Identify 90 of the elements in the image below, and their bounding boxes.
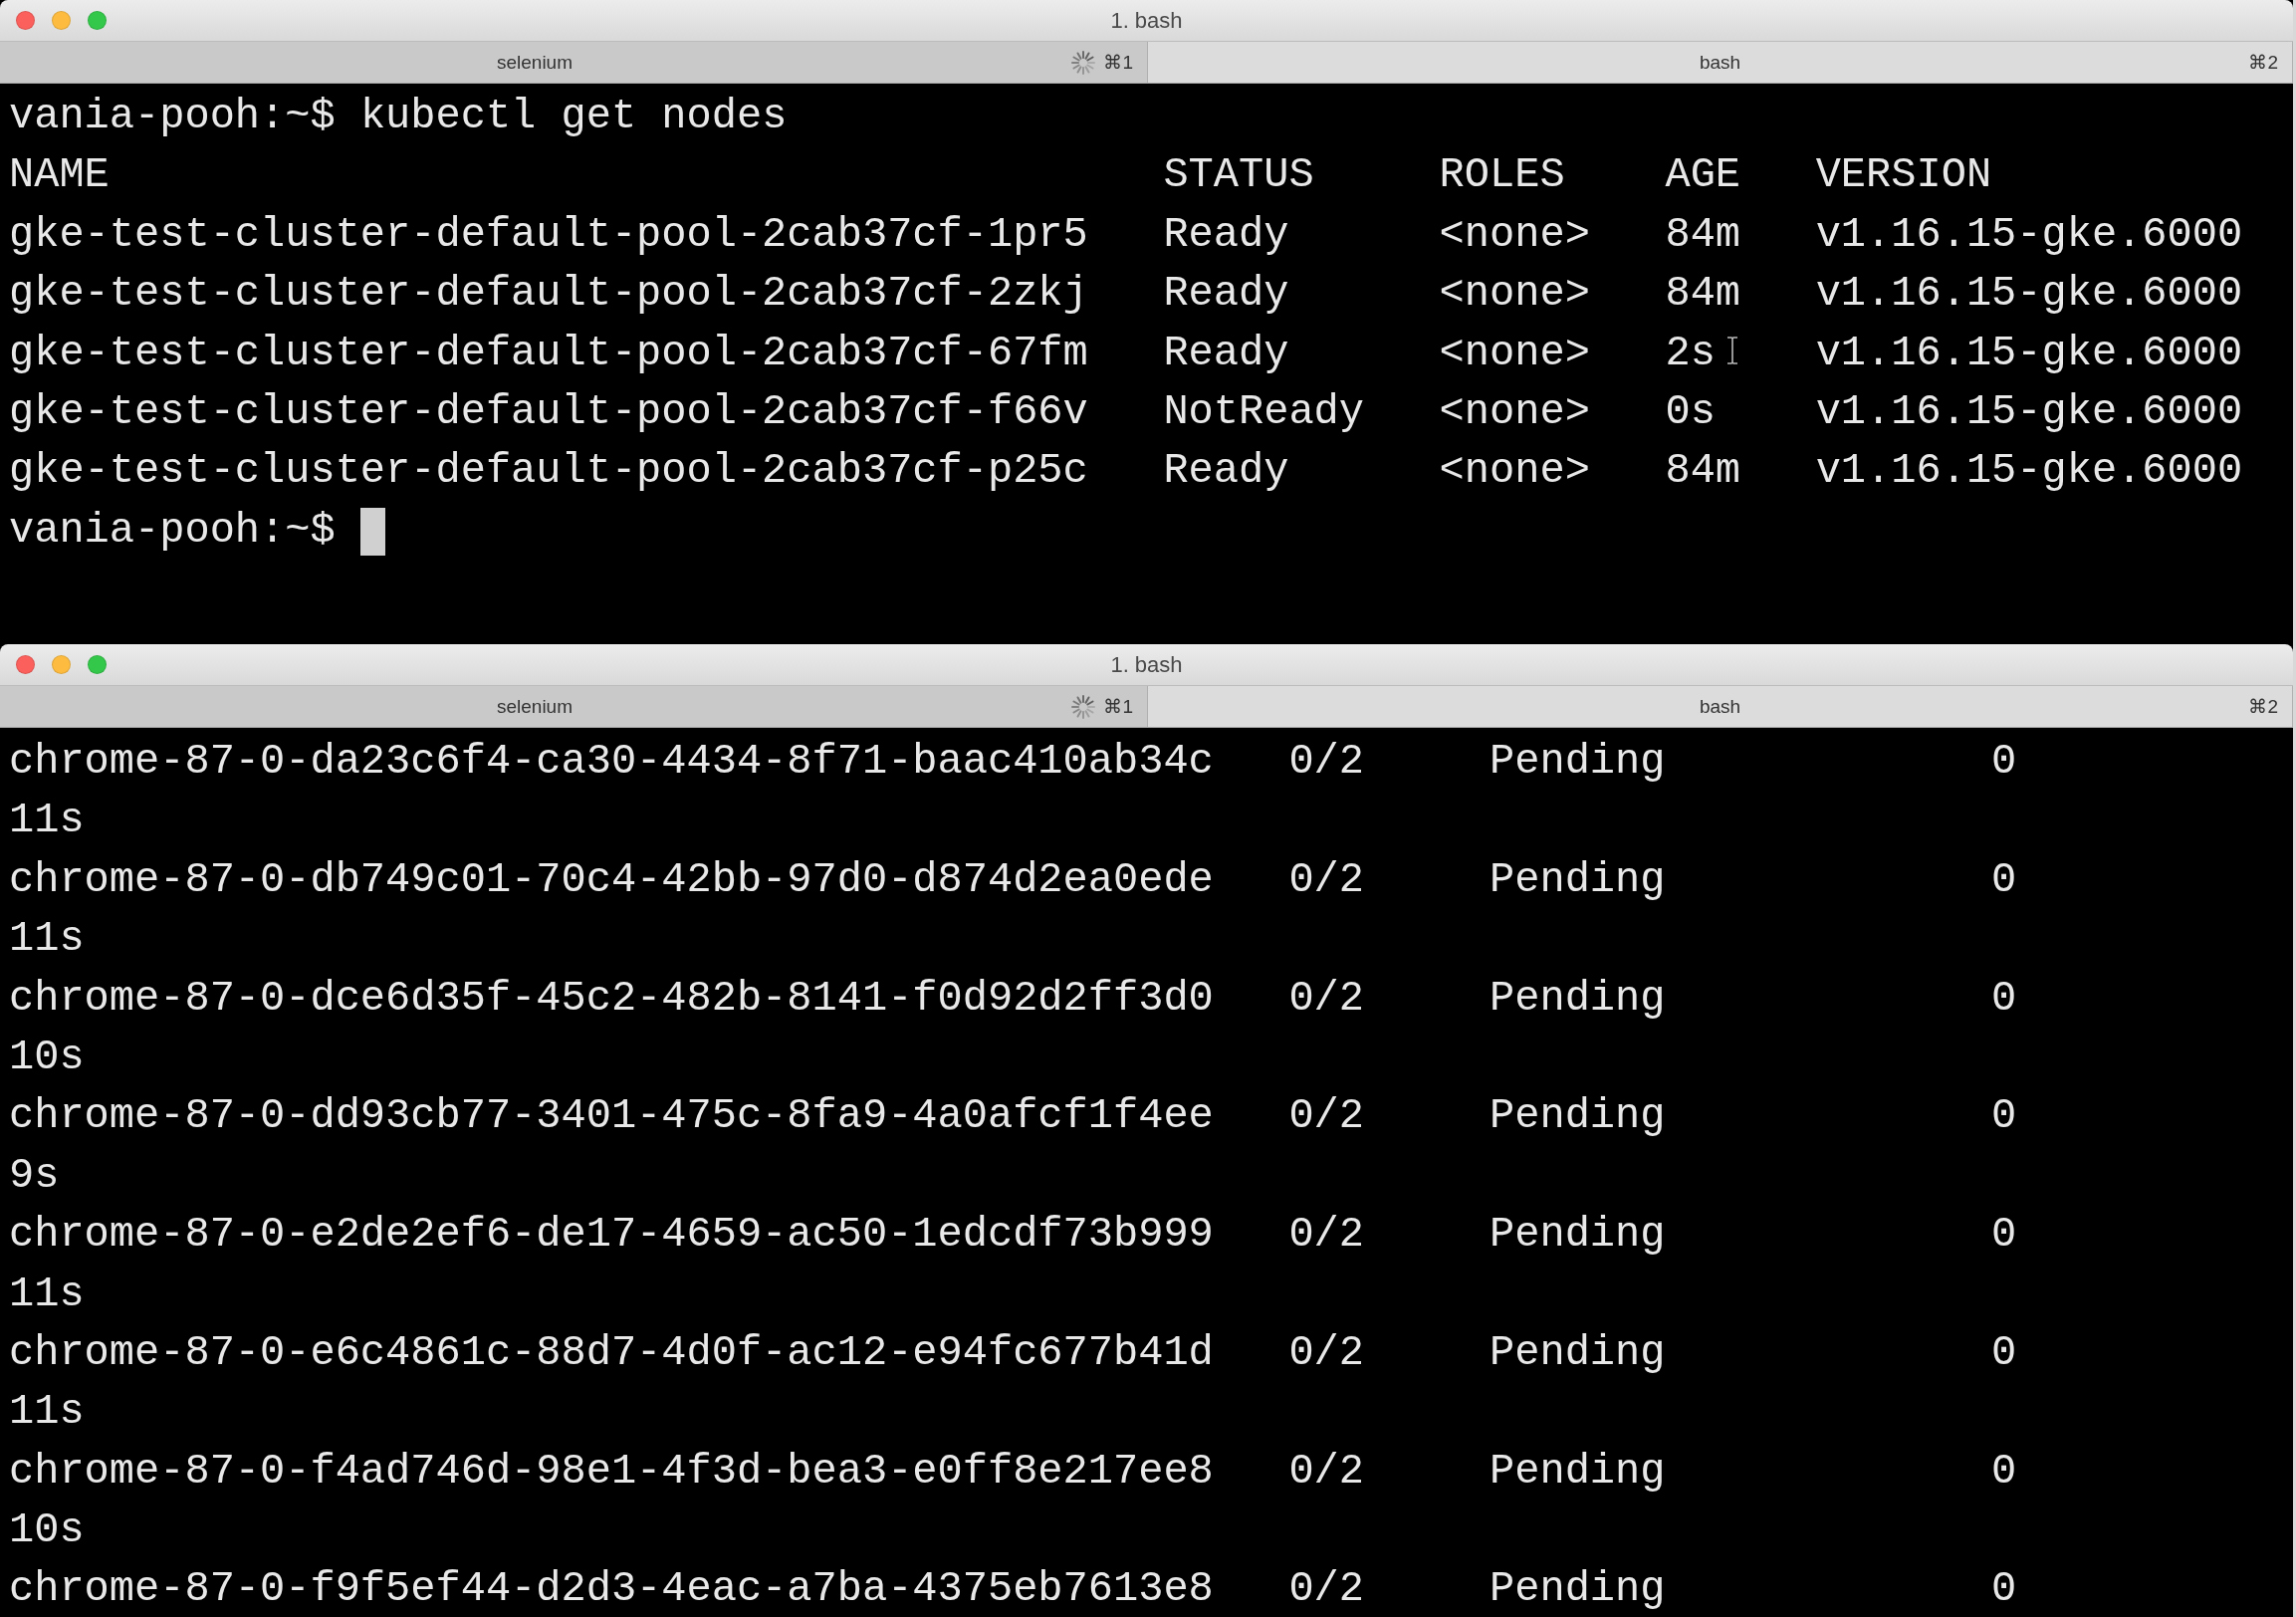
tab[interactable]: selenium ⌘1 (0, 686, 1148, 727)
table-cell-text: 0/2 (1288, 1327, 1366, 1379)
table-cell-text: Pending (1490, 1446, 1667, 1498)
shell-prompt: vania-pooh:~$ (9, 505, 336, 557)
table-cell-text: chrome-87-0-e2de2ef6-de17-4659-ac50-1edcdf73b999 (9, 1210, 1215, 1262)
table-cell-text: 2s (1665, 328, 1717, 379)
zoom-button[interactable] (88, 655, 107, 674)
shortcut-label: ⌘1 (1103, 51, 1133, 74)
table-cell-text: v1.16.15-gke.6000 (1815, 386, 2244, 438)
table-cell-text: NotReady (1163, 386, 1365, 438)
spinner-icon (1071, 50, 1096, 75)
tab[interactable]: bash ⌘2 (1148, 686, 2293, 727)
table-cell-text: STATUS (1163, 150, 1315, 202)
table-cell-text: Ready (1163, 328, 1290, 379)
table-cell-text: v1.16.15-gke.6000 (1815, 446, 2244, 498)
table-cell-text: NAME (9, 150, 111, 202)
table-cell-text: Pending (1490, 1564, 1667, 1616)
table-cell-text: 84m (1665, 269, 1742, 321)
table-cell-text: 0/2 (1288, 1210, 1366, 1262)
tab[interactable]: selenium ⌘1 (0, 42, 1148, 83)
table-cell-text: 0 (1991, 973, 2018, 1025)
table-cell-text: Ready (1163, 446, 1290, 498)
table-cell-text: 10s (9, 1032, 85, 1083)
table-cell-text: Ready (1163, 269, 1290, 321)
spinner-icon (1071, 694, 1096, 719)
table-cell-text: v1.16.15-gke.6000 (1815, 209, 2244, 261)
table-cell-text: 10s (9, 1505, 85, 1557)
zoom-button[interactable] (88, 11, 107, 30)
shortcut-label: ⌘2 (2248, 51, 2278, 74)
window-title: 1. bash (1110, 651, 1183, 678)
table-cell-text: Pending (1490, 1210, 1667, 1262)
table-cell-text: <none> (1439, 269, 1591, 321)
table-cell-text: VERSION (1815, 150, 1993, 202)
table-cell-text: <none> (1439, 446, 1591, 498)
table-cell-text: <none> (1439, 209, 1591, 261)
table-cell-text: gke-test-cluster-default-pool-2cab37cf-f66v (9, 386, 1089, 438)
table-cell-text: Pending (1490, 973, 1667, 1025)
table-cell-text: gke-test-cluster-default-pool-2cab37cf-2zkj (9, 269, 1089, 321)
table-cell-text: v1.16.15-gke.6000 (1815, 269, 2244, 321)
table-cell-text: v1.16.15-gke.6000 (1815, 328, 2244, 379)
table-cell-text: Pending (1490, 1327, 1667, 1379)
close-button[interactable] (16, 11, 35, 30)
table-cell-text: chrome-87-0-dd93cb77-3401-475c-8fa9-4a0afcf1f4ee (9, 1091, 1215, 1143)
table-cell-text: 0 (1991, 854, 2018, 906)
table-cell-text: 11s (9, 914, 85, 966)
table-cell-text: chrome-87-0-f9f5ef44-d2d3-4eac-a7ba-4375eb7613e8 (9, 1564, 1215, 1616)
table-cell-text: 0/2 (1288, 854, 1366, 906)
table-cell-text: 0 (1991, 1210, 2018, 1262)
minimize-button[interactable] (52, 11, 71, 30)
table-cell-text: <none> (1439, 328, 1591, 379)
table-cell-text: 11s (9, 1387, 85, 1439)
table-cell-text: Pending (1490, 1091, 1667, 1143)
table-cell-text: <none> (1439, 386, 1591, 438)
shell-prompt: vania-pooh:~$ (9, 92, 336, 142)
table-cell-text: 0 (1991, 737, 2018, 788)
table-cell-text: 0/2 (1288, 973, 1366, 1025)
close-button[interactable] (16, 655, 35, 674)
table-cell-text: chrome-87-0-dce6d35f-45c2-482b-8141-f0d92d2ff3d0 (9, 973, 1215, 1025)
table-cell-text: 84m (1665, 446, 1742, 498)
table-cell-text: 0s (1665, 386, 1717, 438)
table-cell-text: 9s (9, 1150, 60, 1202)
table-cell-text: Pending (1490, 737, 1667, 788)
minimize-button[interactable] (52, 655, 71, 674)
shortcut-label: ⌘1 (1103, 695, 1133, 718)
table-cell-text: chrome-87-0-da23c6f4-ca30-4434-8f71-baac410ab34c (9, 737, 1215, 788)
table-cell-text: 0 (1991, 1327, 2018, 1379)
command-text: kubectl get nodes (359, 92, 788, 142)
table-cell-text: chrome-87-0-f4ad746d-98e1-4f3d-bea3-e0ff8e217ee8 (9, 1446, 1215, 1498)
table-cell-text: gke-test-cluster-default-pool-2cab37cf-67fm (9, 328, 1089, 379)
table-cell-text: 0/2 (1288, 1091, 1366, 1143)
table-cell-text: ROLES (1439, 150, 1566, 202)
shortcut-label: ⌘2 (2248, 695, 2278, 718)
tab[interactable]: bash ⌘2 (1148, 42, 2293, 83)
table-cell-text: gke-test-cluster-default-pool-2cab37cf-p25c (9, 446, 1089, 498)
table-cell-text: gke-test-cluster-default-pool-2cab37cf-1pr5 (9, 209, 1089, 261)
table-cell-text: Pending (1490, 854, 1667, 906)
table-cell-text: chrome-87-0-db749c01-70c4-42bb-97d0-d874d2ea0ede (9, 854, 1215, 906)
table-cell-text: 0/2 (1288, 737, 1366, 788)
table-cell-text: Ready (1163, 209, 1290, 261)
window-title: 1. bash (1110, 7, 1183, 34)
table-cell-text: 84m (1665, 209, 1742, 261)
table-cell-text: 11s (9, 1269, 85, 1320)
table-cell-text: 0/2 (1288, 1564, 1366, 1616)
table-cell-text: 0 (1991, 1446, 2018, 1498)
table-cell-text: chrome-87-0-e6c4861c-88d7-4d0f-ac12-e94fc677b41d (9, 1327, 1215, 1379)
table-cell-text: 0 (1991, 1564, 2018, 1616)
table-cell-text: 0 (1991, 1091, 2018, 1143)
table-cell-text: 0/2 (1288, 1446, 1366, 1498)
table-cell-text: AGE (1665, 150, 1742, 202)
table-cell-text: 11s (9, 796, 85, 847)
